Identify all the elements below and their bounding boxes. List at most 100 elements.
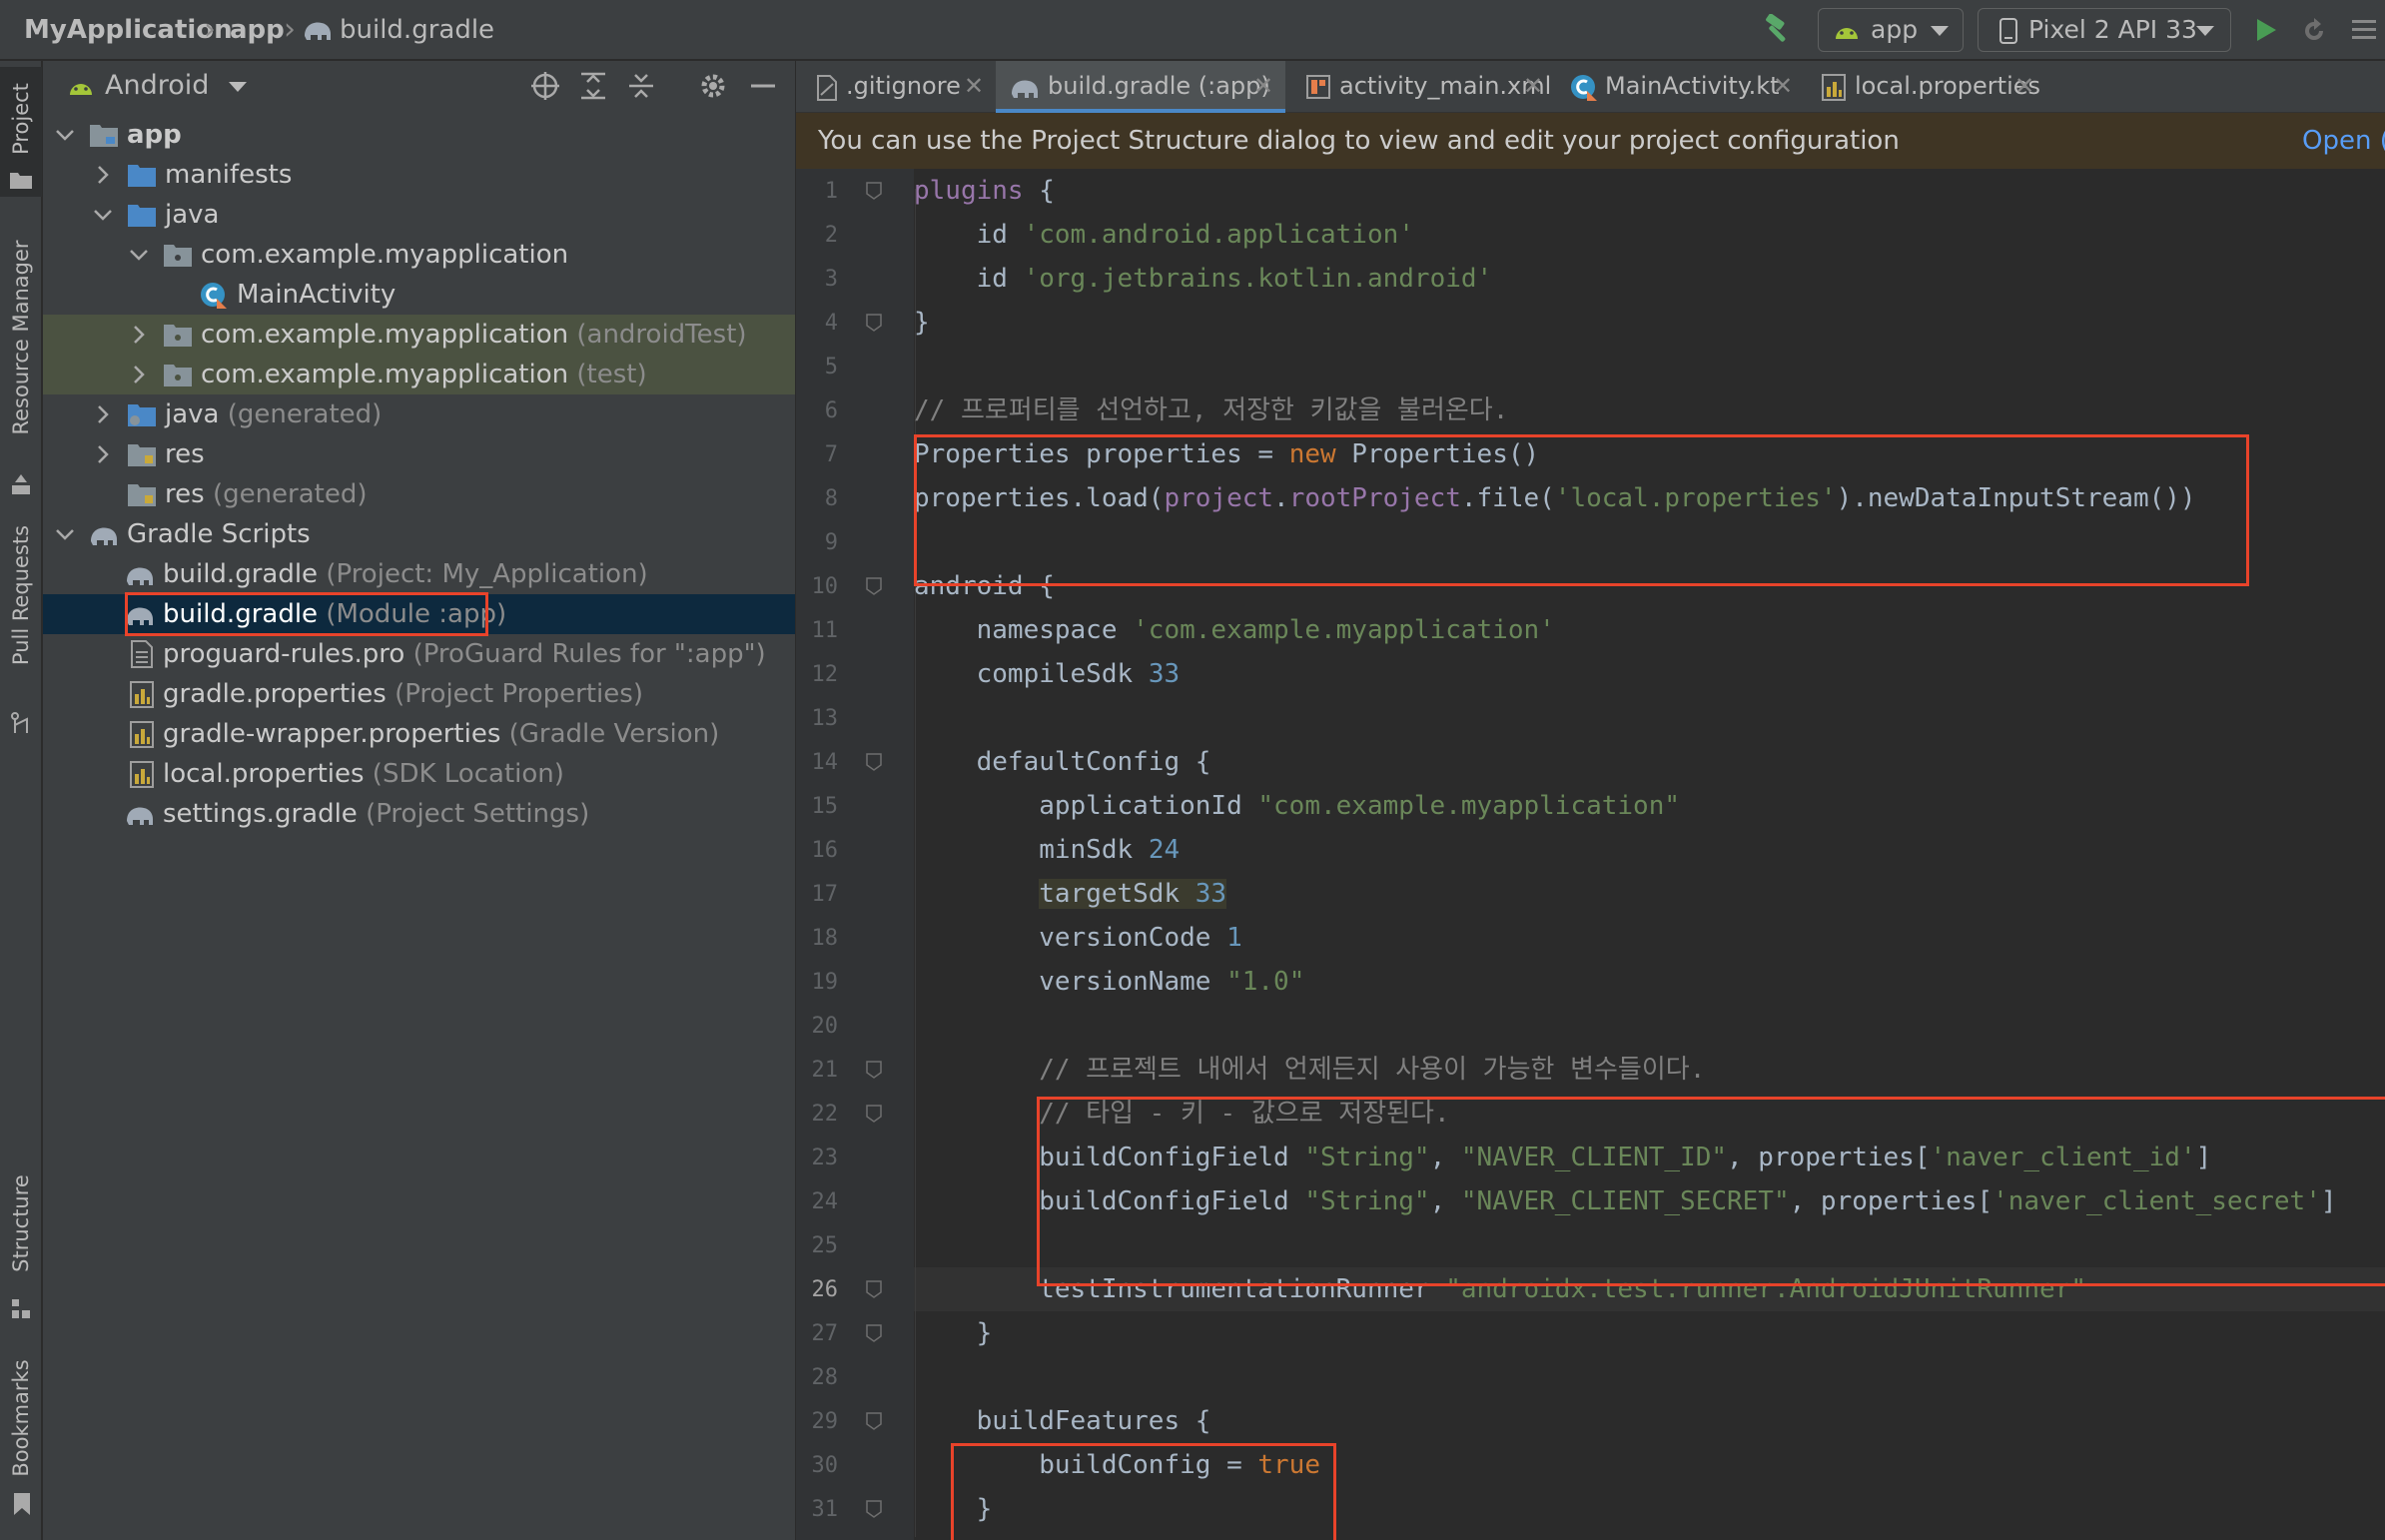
tree-item-build-gradle-module[interactable]: build.gradle (Module :app): [43, 594, 795, 634]
properties-file-icon: [130, 761, 154, 788]
tree-item-label: settings.gradle (Project Settings): [163, 799, 590, 829]
close-icon[interactable]: ✕: [964, 61, 984, 111]
line-number: 9: [824, 530, 838, 555]
tree-item-local-properties[interactable]: local.properties (SDK Location): [43, 754, 795, 794]
code-area[interactable]: plugins { id 'com.android.application' i…: [914, 169, 2385, 1540]
structure-icon: [12, 1299, 30, 1318]
tree-item-app[interactable]: app: [43, 115, 795, 155]
tab-local-properties[interactable]: local.properties ✕: [1805, 61, 2044, 113]
breadcrumb-file[interactable]: build.gradle: [340, 0, 494, 60]
fold-marker-icon[interactable]: [866, 1105, 882, 1123]
fold-marker-icon[interactable]: [866, 1412, 882, 1430]
expand-all-icon[interactable]: [578, 71, 608, 101]
fold-marker-icon[interactable]: [866, 577, 882, 595]
apply-changes-icon[interactable]: [2299, 16, 2329, 46]
tree-item-label: MainActivity: [237, 280, 397, 310]
tree-item-settings-gradle[interactable]: settings.gradle (Project Settings): [43, 794, 795, 834]
close-icon[interactable]: ✕: [1523, 61, 1543, 111]
select-opened-file-icon[interactable]: [530, 71, 560, 101]
tool-tab-pull-requests[interactable]: Pull Requests: [0, 500, 42, 750]
chevron-right-icon[interactable]: [89, 440, 117, 468]
tree-item-mainactivity[interactable]: MainActivity: [43, 275, 795, 315]
close-icon[interactable]: ✕: [1773, 61, 1793, 111]
tab-gitignore[interactable]: .gitignore ✕: [796, 61, 996, 113]
fold-marker-icon[interactable]: [866, 1324, 882, 1342]
tool-tab-label: Resource Manager: [9, 240, 33, 435]
line-number: 8: [824, 486, 838, 511]
code-line-24: buildConfigField "String", "NAVER_CLIENT…: [914, 1186, 2337, 1216]
collapse-all-icon[interactable]: [626, 71, 656, 101]
chevron-down-icon[interactable]: [51, 121, 79, 149]
tree-item-gradle-scripts[interactable]: Gradle Scripts: [43, 514, 795, 554]
tree-item-gradle-wrapper-properties[interactable]: gradle-wrapper.properties (Gradle Versio…: [43, 714, 795, 754]
run-configuration-dropdown[interactable]: app: [1818, 8, 1964, 52]
resource-folder-icon: [128, 444, 156, 466]
build-hammer-icon[interactable]: [1760, 14, 1794, 46]
fold-marker-icon[interactable]: [866, 1500, 882, 1518]
fold-marker-icon[interactable]: [866, 753, 882, 771]
tool-tab-project[interactable]: Project: [0, 67, 42, 197]
code-line-10: android {: [914, 571, 1055, 601]
chevron-right-icon[interactable]: [125, 321, 153, 349]
run-icon[interactable]: [2251, 16, 2279, 44]
chevron-down-icon: [2196, 26, 2214, 36]
resource-folder-icon: [128, 484, 156, 506]
tree-item-label: java: [165, 200, 220, 230]
tree-item-package-test[interactable]: com.example.myapplication (test): [43, 355, 795, 394]
tree-item-label: res: [165, 439, 205, 469]
fold-marker-icon[interactable]: [866, 182, 882, 200]
fold-marker-icon[interactable]: [866, 1280, 882, 1298]
line-number: 22: [811, 1102, 839, 1127]
tool-tab-label: Bookmarks: [9, 1359, 33, 1477]
tree-item-label: gradle.properties (Project Properties): [163, 679, 643, 709]
android-icon: [70, 84, 92, 95]
breadcrumb-module[interactable]: app: [230, 0, 285, 60]
tab-mainactivity-kt[interactable]: MainActivity.kt ✕: [1555, 61, 1805, 113]
tree-item-package[interactable]: com.example.myapplication: [43, 235, 795, 275]
close-icon[interactable]: ✕: [2014, 61, 2034, 111]
fold-marker-icon[interactable]: [866, 314, 882, 332]
fold-marker-icon[interactable]: [866, 1061, 882, 1079]
line-number: 26: [811, 1277, 839, 1302]
module-folder-icon: [90, 125, 118, 147]
chevron-right-icon[interactable]: [89, 400, 117, 428]
tree-item-label: java (generated): [165, 399, 383, 429]
tree-item-java[interactable]: java: [43, 195, 795, 235]
tree-item-res-generated[interactable]: res (generated): [43, 474, 795, 514]
tree-item-build-gradle-project[interactable]: build.gradle (Project: My_Application): [43, 554, 795, 594]
chevron-down-icon[interactable]: [229, 82, 247, 92]
chevron-down-icon[interactable]: [51, 520, 79, 548]
tool-tab-structure[interactable]: Structure: [0, 1169, 42, 1369]
tree-item-package-android-test[interactable]: com.example.myapplication (androidTest): [43, 315, 795, 355]
gear-icon[interactable]: [698, 71, 728, 101]
open-project-structure-link[interactable]: Open (: [2302, 113, 2385, 169]
tool-tab-bookmarks[interactable]: Bookmarks: [0, 1349, 42, 1540]
chevron-right-icon[interactable]: [89, 161, 117, 189]
chevron-down-icon[interactable]: [89, 201, 117, 229]
chevron-down-icon[interactable]: [125, 241, 153, 269]
tool-tab-resource-manager[interactable]: Resource Manager: [0, 221, 42, 520]
tree-item-java-generated[interactable]: java (generated): [43, 394, 795, 434]
line-number: 15: [811, 794, 839, 819]
tree-item-proguard[interactable]: proguard-rules.pro (ProGuard Rules for "…: [43, 634, 795, 674]
gradle-elephant-icon: [127, 567, 153, 585]
code-line-1: plugins {: [914, 176, 1055, 206]
project-panel-header: Android: [43, 61, 795, 111]
code-line-23: buildConfigField "String", "NAVER_CLIENT…: [914, 1143, 2212, 1172]
close-icon[interactable]: ✕: [1253, 61, 1273, 111]
layout-file-icon: [1306, 75, 1330, 99]
tree-item-gradle-properties[interactable]: gradle.properties (Project Properties): [43, 674, 795, 714]
hide-icon[interactable]: [748, 71, 778, 101]
tree-item-manifests[interactable]: manifests: [43, 155, 795, 195]
code-line-17: targetSdk 33: [1039, 879, 1227, 909]
tab-activity-main-xml[interactable]: activity_main.xml ✕: [1285, 61, 1555, 113]
tree-item-res[interactable]: res: [43, 434, 795, 474]
chevron-right-icon[interactable]: [125, 361, 153, 388]
tab-build-gradle-app[interactable]: build.gradle (:app) ✕: [996, 61, 1285, 113]
breadcrumb-project[interactable]: MyApplication: [24, 0, 233, 60]
folder-icon: [128, 165, 156, 187]
device-dropdown[interactable]: Pixel 2 API 33: [1978, 8, 2231, 52]
project-view-selector[interactable]: Android: [105, 61, 209, 111]
menu-icon[interactable]: [2349, 16, 2379, 44]
line-number: 14: [811, 750, 839, 775]
